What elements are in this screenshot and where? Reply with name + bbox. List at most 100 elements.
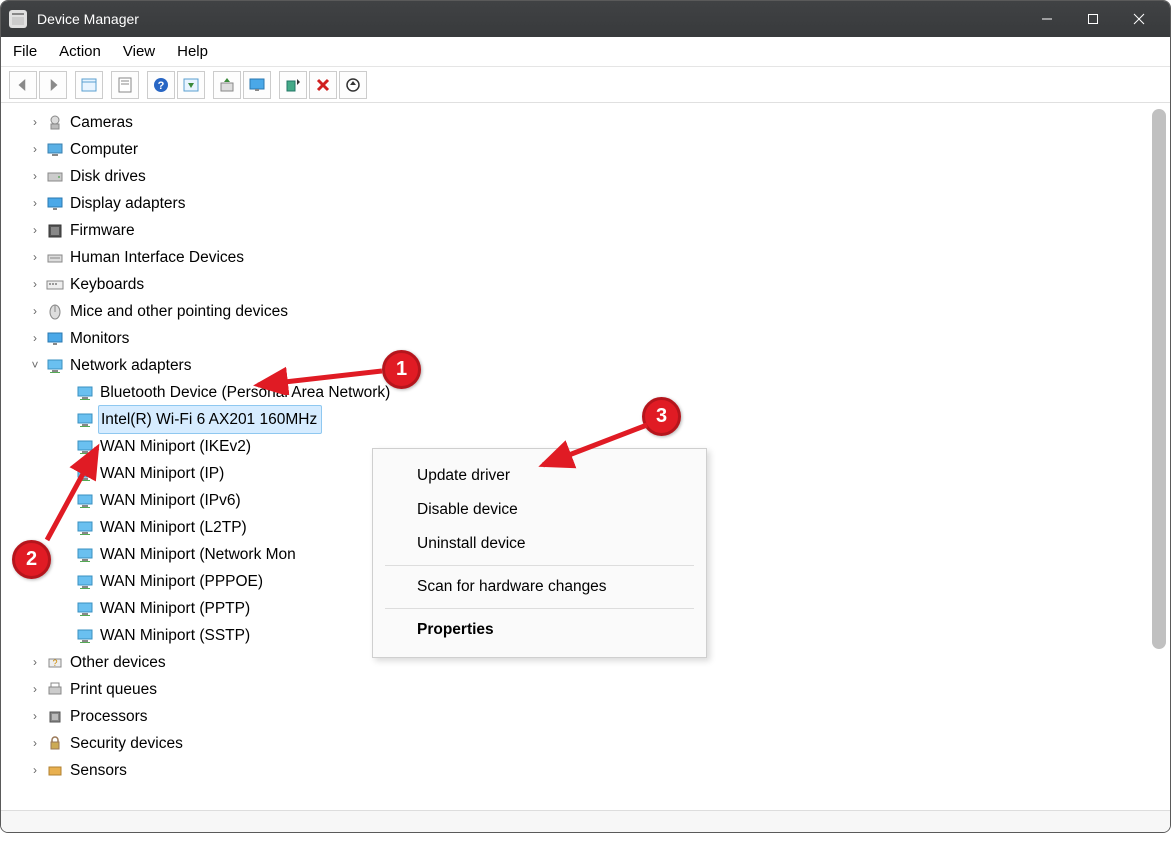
- annotation-2: 2: [12, 540, 51, 579]
- security-icon: [45, 734, 65, 754]
- expand-icon[interactable]: ˅: [25, 352, 45, 379]
- help-button[interactable]: ?: [147, 71, 175, 99]
- properties-button[interactable]: [111, 71, 139, 99]
- tree-label: Network adapters: [70, 352, 191, 379]
- expand-icon[interactable]: ›: [25, 730, 45, 757]
- close-button[interactable]: [1116, 1, 1162, 37]
- display-icon: [45, 194, 65, 214]
- camera-icon: [45, 113, 65, 133]
- tree-node-net[interactable]: ˅ Network adapters: [25, 352, 1170, 379]
- monitor-button[interactable]: [243, 71, 271, 99]
- expand-icon[interactable]: ›: [25, 136, 45, 163]
- tree-node-keyboard[interactable]: › Keyboards: [25, 271, 1170, 298]
- tree-node-cpu[interactable]: › Processors: [25, 703, 1170, 730]
- tree-node-disk[interactable]: › Disk drives: [25, 163, 1170, 190]
- network-adapter-icon: [75, 599, 95, 619]
- ctx-update-driver[interactable]: Update driver: [373, 459, 706, 493]
- ctx-uninstall-device[interactable]: Uninstall device: [373, 527, 706, 561]
- network-adapter-icon: [75, 545, 95, 565]
- tree-node-security[interactable]: › Security devices: [25, 730, 1170, 757]
- expand-icon[interactable]: ›: [25, 325, 45, 352]
- ctx-scan-hardware[interactable]: Scan for hardware changes: [373, 570, 706, 604]
- tree-node-camera[interactable]: › Cameras: [25, 109, 1170, 136]
- update-driver-button[interactable]: [213, 71, 241, 99]
- tree-label: WAN Miniport (IPv6): [100, 487, 241, 514]
- tree-label: Disk drives: [70, 163, 146, 190]
- network-adapter-icon: [75, 437, 95, 457]
- ctx-separator: [385, 565, 694, 566]
- cpu-icon: [45, 707, 65, 727]
- expand-icon[interactable]: ›: [25, 757, 45, 784]
- tree-label: Other devices: [70, 649, 166, 676]
- tree-node-mouse[interactable]: › Mice and other pointing devices: [25, 298, 1170, 325]
- network-adapter-icon: [75, 626, 95, 646]
- expand-icon[interactable]: ›: [25, 109, 45, 136]
- network-adapter-icon: [75, 410, 95, 430]
- tree-label: Mice and other pointing devices: [70, 298, 288, 325]
- tree-node-display[interactable]: ›Display adapters: [25, 190, 1170, 217]
- ctx-separator: [385, 608, 694, 609]
- tree-node-computer[interactable]: ›Computer: [25, 136, 1170, 163]
- ctx-properties[interactable]: Properties: [373, 613, 706, 647]
- monitor-icon: [45, 329, 65, 349]
- window-title: Device Manager: [37, 11, 1024, 27]
- expand-icon[interactable]: ›: [25, 703, 45, 730]
- tree-node-sensor[interactable]: ›Sensors: [25, 757, 1170, 784]
- scan-button[interactable]: [339, 71, 367, 99]
- tree-label: Human Interface Devices: [70, 244, 244, 271]
- expand-icon[interactable]: ›: [25, 217, 45, 244]
- computer-icon: [45, 140, 65, 160]
- menu-help[interactable]: Help: [177, 43, 208, 60]
- tree-label: WAN Miniport (L2TP): [100, 514, 247, 541]
- ctx-disable-device[interactable]: Disable device: [373, 493, 706, 527]
- device-manager-window: Device Manager File Action View Help ? ›…: [0, 0, 1171, 833]
- expand-icon[interactable]: ›: [25, 244, 45, 271]
- minimize-button[interactable]: [1024, 1, 1070, 37]
- tree-label: Security devices: [70, 730, 183, 757]
- maximize-button[interactable]: [1070, 1, 1116, 37]
- expand-icon[interactable]: ›: [25, 298, 45, 325]
- expand-icon[interactable]: ›: [25, 163, 45, 190]
- network-adapter-icon: [75, 464, 95, 484]
- annotation-3: 3: [642, 397, 681, 436]
- scrollbar[interactable]: [1152, 109, 1166, 649]
- expand-icon[interactable]: ›: [25, 676, 45, 703]
- tree-node-hid[interactable]: › Human Interface Devices: [25, 244, 1170, 271]
- tree-label: Intel(R) Wi-Fi 6 AX201 160MHz: [98, 405, 322, 434]
- disk-icon: [45, 167, 65, 187]
- menu-file[interactable]: File: [13, 43, 37, 60]
- sensor-icon: [45, 761, 65, 781]
- hid-icon: [45, 248, 65, 268]
- tree-child-node[interactable]: Bluetooth Device (Personal Area Network): [55, 379, 1170, 406]
- back-button[interactable]: [9, 71, 37, 99]
- expand-icon[interactable]: ›: [25, 271, 45, 298]
- tree-label: WAN Miniport (IP): [100, 460, 224, 487]
- tree-label: Processors: [70, 703, 148, 730]
- tree-child-node[interactable]: Intel(R) Wi-Fi 6 AX201 160MHz: [55, 406, 1170, 433]
- view-button[interactable]: [177, 71, 205, 99]
- tree-label: Cameras: [70, 109, 133, 136]
- svg-text:?: ?: [158, 80, 165, 92]
- tree-node-firmware[interactable]: › Firmware: [25, 217, 1170, 244]
- show-hidden-button[interactable]: [75, 71, 103, 99]
- expand-icon[interactable]: ›: [25, 649, 45, 676]
- tree-node-monitor[interactable]: › Monitors: [25, 325, 1170, 352]
- tree-label: Monitors: [70, 325, 129, 352]
- tree-node-print[interactable]: ›Print queues: [25, 676, 1170, 703]
- firmware-icon: [45, 221, 65, 241]
- tree-label: Firmware: [70, 217, 135, 244]
- uninstall-button[interactable]: [309, 71, 337, 99]
- titlebar: Device Manager: [1, 1, 1170, 37]
- tree-label: Keyboards: [70, 271, 144, 298]
- tree-label: WAN Miniport (SSTP): [100, 622, 250, 649]
- enable-button[interactable]: [279, 71, 307, 99]
- net-icon: [45, 356, 65, 376]
- keyboard-icon: [45, 275, 65, 295]
- other-icon: ?: [45, 653, 65, 673]
- menu-view[interactable]: View: [123, 43, 155, 60]
- toolbar: ?: [1, 67, 1170, 103]
- forward-button[interactable]: [39, 71, 67, 99]
- network-adapter-icon: [75, 518, 95, 538]
- expand-icon[interactable]: ›: [25, 190, 45, 217]
- menu-action[interactable]: Action: [59, 43, 101, 60]
